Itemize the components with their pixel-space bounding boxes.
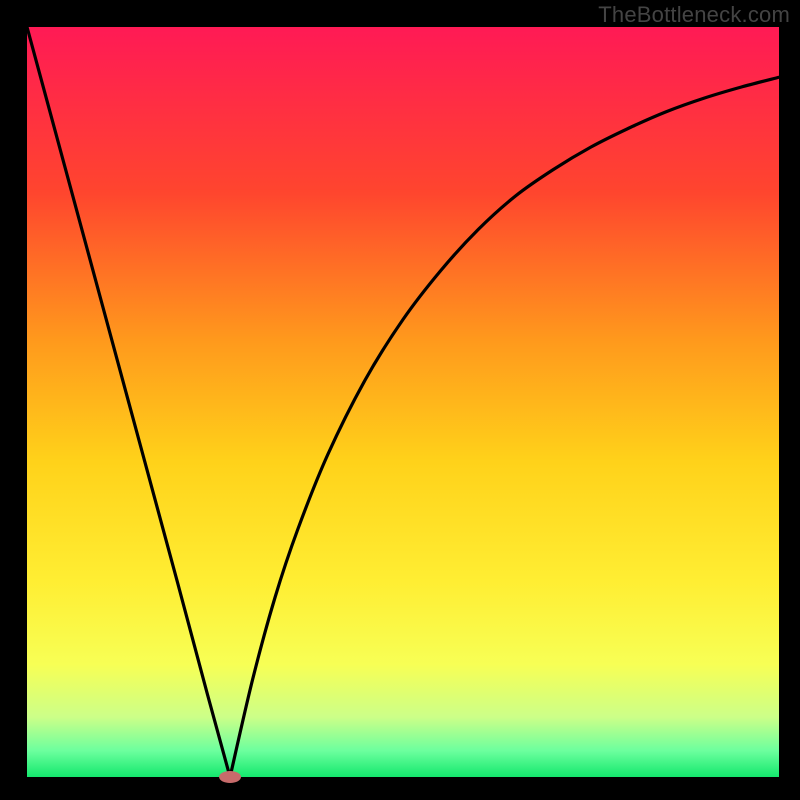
bottleneck-marker [219,771,241,783]
chart-frame: TheBottleneck.com [0,0,800,800]
attribution-text: TheBottleneck.com [598,2,790,28]
plot-background [27,27,779,777]
bottleneck-chart [0,0,800,800]
